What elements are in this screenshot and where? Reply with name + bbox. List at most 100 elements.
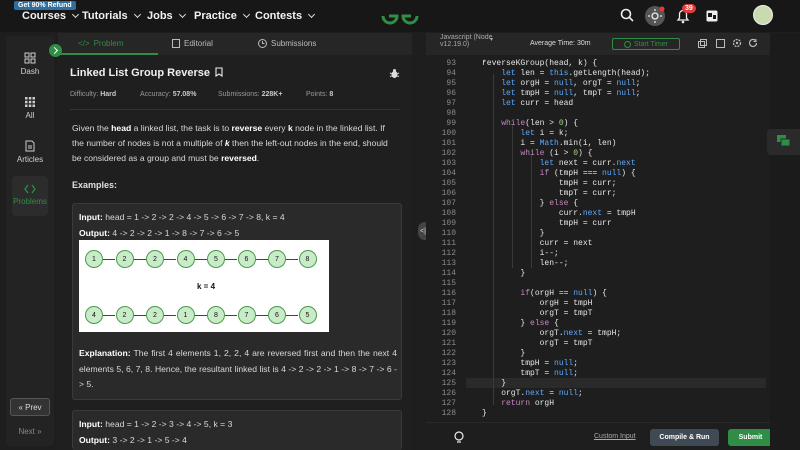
code-area[interactable]: 93 94 95 96 97 98 99 100 101 102 103 104 105 106 107 10…	[426, 55, 770, 422]
line-number: 112	[441, 249, 456, 258]
reset-icon[interactable]	[748, 38, 758, 48]
prev-label: Prev	[25, 402, 42, 412]
line-number: 110	[441, 229, 456, 238]
line-number: 108	[441, 209, 456, 218]
list-node: 5	[298, 306, 317, 324]
line-number: 115	[441, 279, 456, 288]
code-icon	[24, 184, 36, 194]
left-sidebar: Dash All Articles Problems « Prev Next »	[6, 36, 54, 446]
code-line: orgT = tmpT	[482, 309, 593, 318]
list-arrow	[164, 259, 176, 260]
output-label: Output:	[79, 228, 111, 238]
list-arrow	[286, 259, 298, 260]
list-node: 6	[268, 306, 286, 324]
theme-toggle-icon[interactable]	[644, 5, 666, 27]
translate-icon[interactable]	[706, 10, 718, 22]
nav-practice[interactable]: Practice	[194, 10, 250, 22]
compile-run-button[interactable]: Compile & Run	[650, 429, 719, 446]
sidebar-item-label: Dash	[20, 67, 40, 76]
line-number: 124	[441, 369, 456, 378]
list-arrow	[164, 315, 176, 316]
bookmark-icon[interactable]	[215, 67, 223, 78]
code-line: let orgH = null, orgT = null;	[501, 79, 641, 88]
start-timer-button[interactable]: Start Timer	[612, 38, 680, 50]
code-line: if (tmpH === null) {	[539, 169, 636, 178]
list-node: 4	[176, 250, 195, 268]
nav-contests[interactable]: Contests	[255, 10, 316, 22]
fullscreen-icon[interactable]	[716, 39, 725, 48]
next-button[interactable]: Next »	[10, 422, 50, 440]
chat-icon	[777, 135, 791, 147]
language-value: Javascript (Node v12.19.0)	[440, 34, 493, 48]
line-number: 102	[441, 149, 456, 158]
list-arrow	[286, 315, 298, 316]
lightbulb-icon[interactable]	[452, 430, 466, 444]
expand-panel-button[interactable]	[49, 44, 62, 57]
nav-tutorials[interactable]: Tutorials	[82, 10, 141, 22]
tab-submissions[interactable]: Submissions	[258, 39, 316, 48]
sidebar-item-dash[interactable]: Dash	[6, 52, 54, 76]
code-line: tmpT = curr;	[482, 189, 617, 198]
code-line: let i = k;	[520, 129, 569, 138]
example-output: Output: 4 -> 2 -> 2 -> 1 -> 8 -> 7 -> 6 …	[79, 228, 239, 238]
code-line: let curr = head	[501, 99, 574, 108]
line-number: 97	[446, 99, 456, 108]
sidebar-item-articles[interactable]: Articles	[6, 140, 54, 164]
code-line: let len = this.getLength(head);	[501, 69, 651, 78]
sidebar-item-label: All	[25, 111, 35, 120]
settings-icon[interactable]	[732, 38, 742, 48]
promo-badge[interactable]: Get 90% Refund	[14, 1, 76, 10]
input-label: Input:	[79, 419, 103, 429]
line-number: 106	[441, 189, 456, 198]
tab-problem[interactable]: </> Problem	[78, 39, 123, 48]
prev-button[interactable]: « Prev	[10, 398, 50, 416]
code-line: return orgH	[501, 399, 555, 408]
code-line: i--;	[482, 249, 559, 258]
editor-footer: Custom Input Compile & Run Submit	[426, 422, 773, 450]
example-input: Input: head = 1 -> 2 -> 2 -> 4 -> 5 -> 6…	[79, 212, 285, 222]
timer-icon	[623, 40, 631, 48]
chevron-down-icon	[242, 10, 250, 19]
tab-label: Problem	[93, 39, 124, 48]
sidebar-item-problems[interactable]: Problems	[12, 176, 48, 216]
list-arrow	[255, 259, 268, 260]
nav-contests-label: Contests	[255, 10, 303, 22]
line-number: 99	[446, 119, 456, 128]
example-output-value: 4 -> 2 -> 2 -> 1 -> 8 -> 7 -> 6 -> 5	[112, 228, 240, 238]
search-icon[interactable]	[620, 8, 634, 22]
nav-courses[interactable]: Courses	[22, 10, 80, 22]
difficulty-label: Difficulty:	[70, 91, 99, 98]
sidebar-item-all[interactable]: All	[6, 96, 54, 120]
list-node: 2	[146, 250, 164, 268]
gfg-logo[interactable]	[380, 5, 420, 27]
nav-jobs[interactable]: Jobs	[147, 10, 186, 22]
line-number: 119	[441, 319, 456, 328]
line-number: 128	[441, 409, 456, 418]
line-number: 116	[441, 289, 456, 298]
input-label: Input:	[79, 212, 103, 222]
double-chevron-left-icon: «	[18, 402, 26, 412]
code-line: let next = curr.next	[539, 159, 636, 168]
code-line: } else {	[482, 319, 559, 328]
list-arrow	[194, 315, 207, 316]
copy-icon[interactable]	[698, 39, 707, 48]
nav-practice-label: Practice	[194, 10, 237, 22]
list-node: 4	[85, 306, 103, 324]
chat-button[interactable]	[767, 129, 800, 155]
list-arrow	[103, 259, 115, 260]
average-time: Average Time: 30m	[530, 40, 591, 47]
avatar[interactable]	[753, 5, 773, 25]
list-arrow	[194, 259, 207, 260]
code-line: tmpH = curr	[482, 219, 612, 228]
example-input: Input: head = 1 -> 2 -> 3 -> 4 -> 5, k =…	[79, 419, 232, 429]
bug-report-icon[interactable]	[389, 68, 400, 79]
submit-button[interactable]: Submit	[728, 429, 773, 446]
language-select[interactable]: Javascript (Node v12.19.0)	[440, 34, 496, 48]
list-arrow	[133, 259, 146, 260]
submit-label: Submit	[738, 434, 763, 441]
code-line: orgH = tmpH	[482, 299, 593, 308]
examples-heading: Examples:	[72, 180, 118, 190]
tab-editorial[interactable]: Editorial	[172, 39, 213, 48]
custom-input-link[interactable]: Custom Input	[594, 433, 636, 440]
example-output-value: 3 -> 2 -> 1 -> 5 -> 4	[112, 435, 187, 445]
